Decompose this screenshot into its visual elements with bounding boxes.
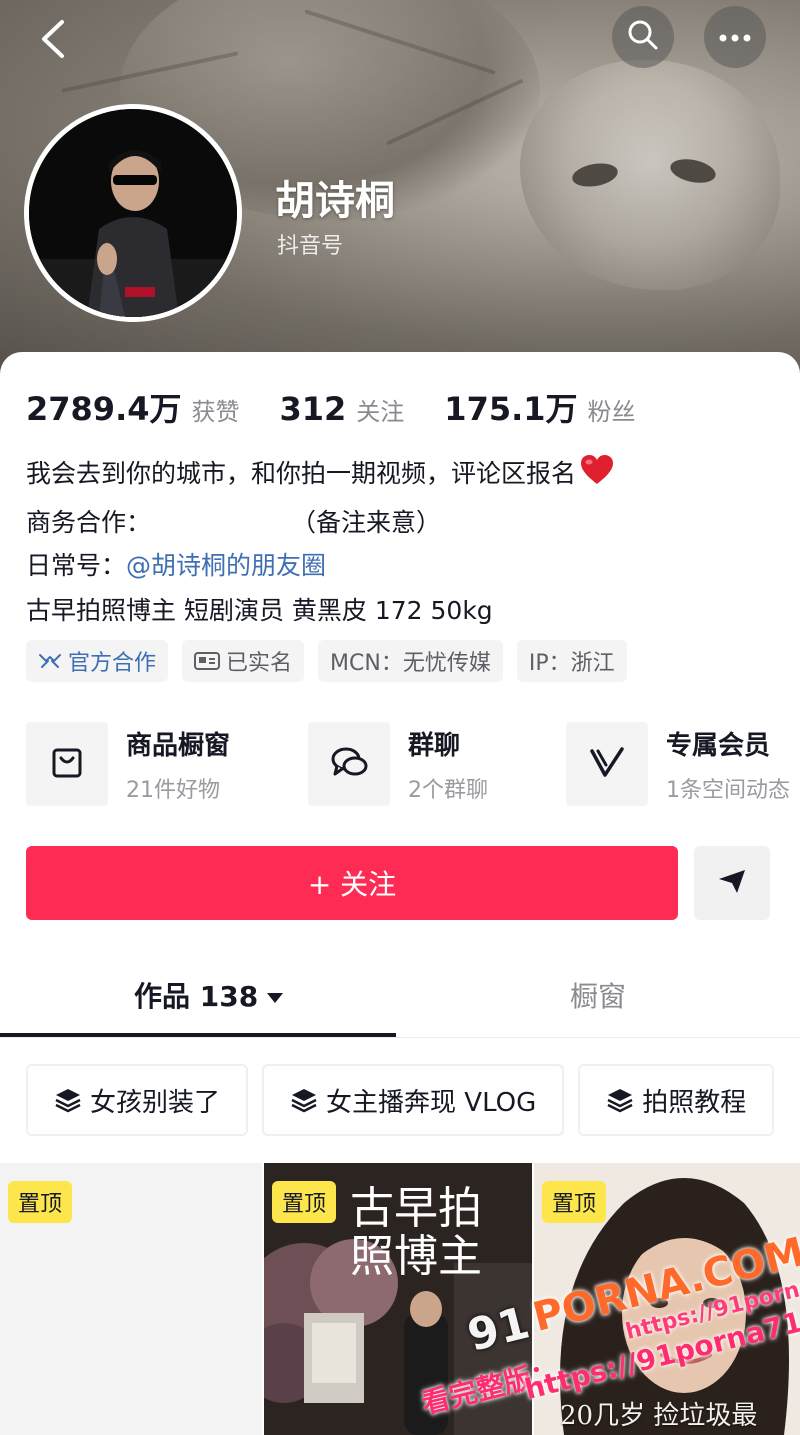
- daily-account-mention[interactable]: @胡诗桐的朋友圈: [126, 551, 326, 580]
- official-cooperation-icon: [38, 651, 62, 671]
- tags-row: 官方合作 已实名 MCN：无忧传媒 IP：浙江: [26, 640, 627, 682]
- search-button[interactable]: [612, 6, 674, 68]
- tab-divider: [0, 1037, 800, 1038]
- collection-label: 拍照教程: [642, 1087, 747, 1118]
- tab-window[interactable]: 橱窗: [570, 975, 626, 1015]
- tag-label: 官方合作: [68, 651, 157, 676]
- tag-label: MCN：无忧传媒: [330, 651, 491, 676]
- feature-title: 商品橱窗: [126, 730, 231, 761]
- feature-shop-window[interactable]: 商品橱窗 21件好物: [26, 722, 230, 806]
- chat-bubbles-icon: [329, 744, 369, 784]
- likes-count: 2789.4万: [26, 390, 182, 428]
- video-thumbnail[interactable]: 置顶 20几岁 捡垃圾最: [534, 1163, 800, 1435]
- collections-row: 女孩别装了 女主播奔现 VLOG 拍照教程: [26, 1064, 775, 1136]
- feature-subtitle: 21件好物: [126, 777, 220, 803]
- collection-chip[interactable]: 拍照教程: [578, 1064, 775, 1136]
- more-dots-icon: [718, 28, 752, 47]
- likes-label: 获赞: [191, 398, 240, 426]
- feature-title: 群聊: [408, 730, 461, 761]
- tag-ip-location: IP：浙江: [516, 640, 627, 682]
- bio-line-4: 古早拍照博主 短剧演员 黄黑皮 172 50kg: [26, 596, 493, 625]
- bio-line-1: 我会去到你的城市，和你拍一期视频，评论区报名: [26, 454, 614, 492]
- tag-label: IP：浙江: [528, 651, 615, 676]
- collection-chip[interactable]: 女主播奔现 VLOG: [262, 1064, 565, 1136]
- collection-chip[interactable]: 女孩别装了: [26, 1064, 249, 1136]
- layers-icon: [290, 1086, 318, 1114]
- feature-title: 专属会员: [666, 730, 771, 761]
- back-arrow-icon[interactable]: [30, 14, 80, 64]
- tag-mcn[interactable]: MCN：无忧传媒: [318, 640, 503, 682]
- tag-official-cooperation[interactable]: 官方合作: [26, 640, 169, 682]
- pinned-badge: 置顶: [542, 1181, 607, 1223]
- pinned-badge: 置顶: [8, 1181, 73, 1223]
- feature-subtitle: 1条空间动态: [666, 777, 790, 803]
- pinned-badge: 置顶: [272, 1181, 337, 1223]
- send-arrow-icon: [716, 867, 748, 899]
- following-label[interactable]: 关注: [356, 392, 404, 427]
- following-count[interactable]: 312: [280, 390, 347, 428]
- id-card-icon: [194, 651, 221, 671]
- video-title: 20几岁 捡垃圾最: [560, 1401, 758, 1431]
- feature-subtitle: 2个群聊: [408, 777, 488, 803]
- avatar[interactable]: [24, 104, 242, 322]
- video-thumbnail[interactable]: 置顶: [0, 1163, 262, 1435]
- tab-works-label: 作品 138: [134, 980, 259, 1013]
- share-button[interactable]: [694, 846, 770, 920]
- follow-button[interactable]: + 关注: [26, 846, 678, 920]
- business-label: 商务合作：: [26, 508, 152, 537]
- followers-count[interactable]: 175.1万: [444, 384, 577, 430]
- layers-icon: [606, 1086, 634, 1114]
- stats-row: 2789.4万 获赞 312 关注 175.1万 粉丝: [26, 384, 636, 430]
- caret-down-icon: [266, 979, 284, 1012]
- bio-line-3: 日常号：@胡诗桐的朋友圈: [26, 546, 326, 582]
- bio-line-2: 商务合作： （备注来意）: [26, 503, 441, 539]
- more-button[interactable]: [704, 6, 766, 68]
- bio-text: 我会去到你的城市，和你拍一期视频，评论区报名: [26, 459, 577, 488]
- tag-verified-name[interactable]: 已实名: [182, 640, 305, 682]
- feature-exclusive-member[interactable]: 专属会员 1条空间动态: [566, 722, 790, 806]
- profile-handle-label: 抖音号: [277, 234, 344, 259]
- layers-icon: [54, 1086, 82, 1114]
- video-title: 古早拍照博主: [350, 1183, 482, 1282]
- v-badge-icon: [588, 745, 626, 783]
- business-note: （备注来意）: [291, 508, 442, 537]
- followers-label[interactable]: 粉丝: [588, 392, 636, 427]
- heart-icon: [580, 454, 614, 492]
- profile-name: 胡诗桐: [275, 178, 395, 224]
- shopping-bag-icon: [49, 744, 85, 784]
- search-icon: [626, 18, 660, 56]
- tab-works[interactable]: 作品 138: [134, 975, 284, 1015]
- video-thumbnail[interactable]: 置顶 古早拍照博主: [264, 1163, 532, 1435]
- feature-group-chat[interactable]: 群聊 2个群聊: [308, 722, 488, 806]
- collection-label: 女主播奔现 VLOG: [326, 1087, 537, 1118]
- tag-label: 已实名: [226, 651, 293, 676]
- daily-account-label: 日常号：: [26, 551, 127, 580]
- collection-label: 女孩别装了: [90, 1087, 221, 1118]
